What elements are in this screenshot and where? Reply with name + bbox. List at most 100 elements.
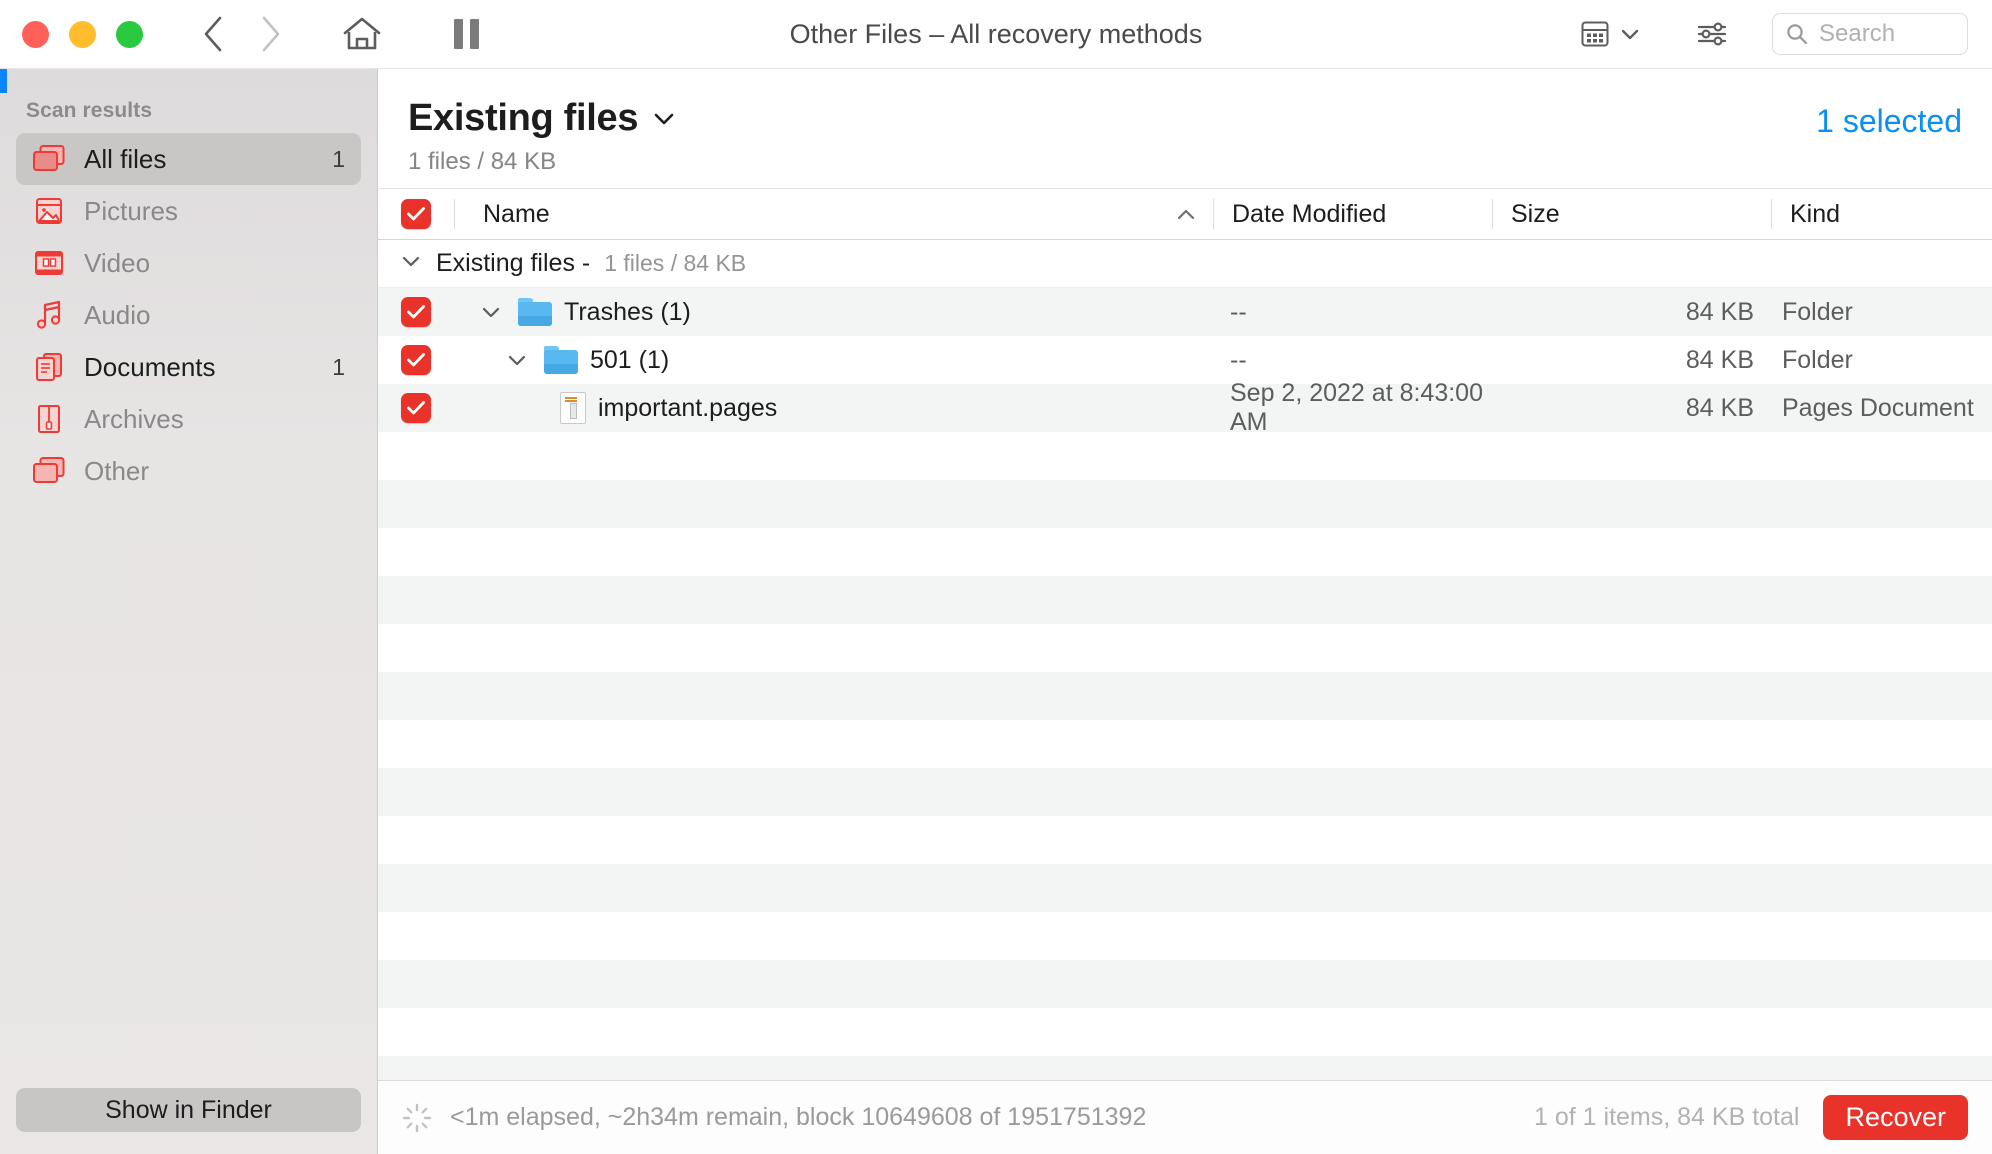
row-kind-cell: Folder	[1782, 345, 1853, 374]
group-row-existing-files[interactable]: Existing files - 1 files / 84 KB	[378, 240, 1992, 288]
column-header-date-modified[interactable]: Date Modified	[1214, 200, 1492, 229]
sidebar-item-pictures[interactable]: Pictures	[16, 185, 361, 237]
checkbox-checked-icon	[401, 393, 431, 423]
traffic-lights	[22, 20, 143, 48]
row-name-label: 501 (1)	[590, 345, 670, 374]
sidebar-list: All files 1 Pictures Video Audio Documen…	[0, 133, 377, 497]
main-panel: Existing files 1 files / 84 KB 1 selecte…	[378, 69, 1992, 1154]
folder-icon	[544, 346, 578, 374]
row-kind-cell: Folder	[1782, 297, 1853, 326]
pages-document-icon	[560, 392, 586, 424]
sidebar-item-other[interactable]: Other	[16, 445, 361, 497]
sidebar-item-label: Archives	[84, 403, 184, 434]
row-date-cell: Sep 2, 2022 at 8:43:00 AM	[1230, 379, 1483, 436]
toolbar-right: Search	[1570, 13, 1968, 55]
row-name-cell: important.pages	[454, 392, 1212, 424]
window-body: Scan results All files 1 Pictures Video …	[0, 69, 1992, 1154]
folder-icon	[518, 298, 552, 326]
back-button[interactable]	[187, 8, 239, 60]
show-in-finder-button[interactable]: Show in Finder	[16, 1088, 361, 1132]
page-title: Existing files	[408, 97, 639, 139]
documents-icon	[32, 350, 66, 384]
scan-progress-text: <1m elapsed, ~2h34m remain, block 106496…	[450, 1103, 1147, 1131]
all-files-icon	[32, 142, 66, 176]
sort-ascending-icon	[1175, 200, 1197, 229]
sidebar-item-count: 1	[332, 145, 345, 172]
table-row[interactable]: 501 (1) -- 84 KB Folder	[378, 336, 1992, 384]
row-checkbox[interactable]	[378, 393, 454, 423]
selected-count-label: 1 selected	[1816, 103, 1962, 139]
filter-dropdown[interactable]: Existing files	[408, 97, 676, 140]
zoom-window-button[interactable]	[116, 20, 143, 48]
empty-row	[378, 1008, 1992, 1056]
sidebar-item-all-files[interactable]: All files 1	[16, 133, 361, 185]
empty-row	[378, 432, 1992, 480]
column-header-name[interactable]: Name	[455, 200, 1213, 229]
checkbox-checked-icon	[401, 199, 431, 229]
sidebar: Scan results All files 1 Pictures Video …	[0, 69, 378, 1154]
status-bar-right: 1 of 1 items, 84 KB total Recover	[1534, 1095, 1968, 1140]
empty-row	[378, 1056, 1992, 1080]
chevron-down-icon	[1621, 29, 1639, 40]
row-size-cell: 84 KB	[1685, 345, 1754, 374]
grid-view-icon	[1581, 21, 1609, 47]
close-window-button[interactable]	[22, 20, 49, 48]
sidebar-item-audio[interactable]: Audio	[16, 289, 361, 341]
filter-options-button[interactable]	[1694, 16, 1730, 52]
select-all-checkbox[interactable]	[378, 199, 454, 229]
home-icon	[343, 17, 381, 50]
sidebar-item-documents[interactable]: Documents 1	[16, 341, 361, 393]
row-name-label: important.pages	[598, 393, 778, 422]
table-row[interactable]: important.pages Sep 2, 2022 at 8:43:00 A…	[378, 379, 1992, 436]
selected-items-summary: 1 of 1 items, 84 KB total	[1534, 1103, 1800, 1131]
row-name-label: Trashes (1)	[564, 297, 691, 326]
row-checkbox[interactable]	[378, 345, 454, 375]
sidebar-item-label: All files	[84, 143, 167, 174]
column-header-kind[interactable]: Kind	[1772, 200, 1992, 229]
checkbox-checked-icon	[401, 297, 431, 327]
row-size-cell: 84 KB	[1685, 393, 1754, 422]
forward-button[interactable]	[245, 8, 297, 60]
row-checkbox[interactable]	[378, 297, 454, 327]
pause-scan-button[interactable]	[441, 9, 491, 59]
minimize-window-button[interactable]	[69, 20, 96, 48]
table-header: Name Date Modified Size Kind	[378, 188, 1992, 240]
recover-button[interactable]: Recover	[1823, 1095, 1968, 1140]
file-list[interactable]: Existing files - 1 files / 84 KB Trashes…	[378, 240, 1992, 1080]
empty-row	[378, 672, 1992, 720]
empty-row	[378, 768, 1992, 816]
pictures-icon	[32, 194, 66, 228]
app-window: Other Files – All recovery methods Searc…	[0, 0, 1992, 1154]
sidebar-item-archives[interactable]: Archives	[16, 393, 361, 445]
audio-icon	[32, 298, 66, 332]
disclosure-triangle-icon[interactable]	[400, 254, 422, 273]
row-name-cell: Trashes (1)	[454, 298, 1212, 327]
page-subtitle: 1 files / 84 KB	[408, 148, 557, 175]
group-summary: 1 files / 84 KB	[604, 250, 747, 276]
empty-row	[378, 816, 1992, 864]
sidebar-item-video[interactable]: Video	[16, 237, 361, 289]
checkbox-checked-icon	[401, 345, 431, 375]
sidebar-item-label: Video	[84, 247, 151, 278]
view-options-button[interactable]	[1570, 13, 1650, 55]
empty-row	[378, 528, 1992, 576]
disclosure-triangle-icon[interactable]	[476, 305, 506, 319]
search-field[interactable]: Search	[1772, 13, 1968, 55]
sidebar-item-label: Other	[84, 455, 150, 486]
disclosure-triangle-icon[interactable]	[502, 353, 532, 367]
column-header-size[interactable]: Size	[1493, 200, 1771, 229]
empty-row	[378, 720, 1992, 768]
search-icon	[1787, 24, 1808, 45]
other-icon	[32, 454, 66, 488]
loading-spinner-icon	[402, 1103, 432, 1133]
group-title: Existing files -	[436, 249, 591, 277]
table-row[interactable]: Trashes (1) -- 84 KB Folder	[378, 288, 1992, 336]
home-button[interactable]	[335, 7, 389, 61]
sliders-icon	[1697, 22, 1727, 46]
empty-row	[378, 912, 1992, 960]
empty-row	[378, 576, 1992, 624]
navigation-buttons	[187, 8, 297, 60]
sidebar-footer: Show in Finder	[0, 1088, 377, 1154]
row-date-cell: --	[1230, 345, 1247, 374]
title-bar: Other Files – All recovery methods Searc…	[0, 0, 1992, 69]
